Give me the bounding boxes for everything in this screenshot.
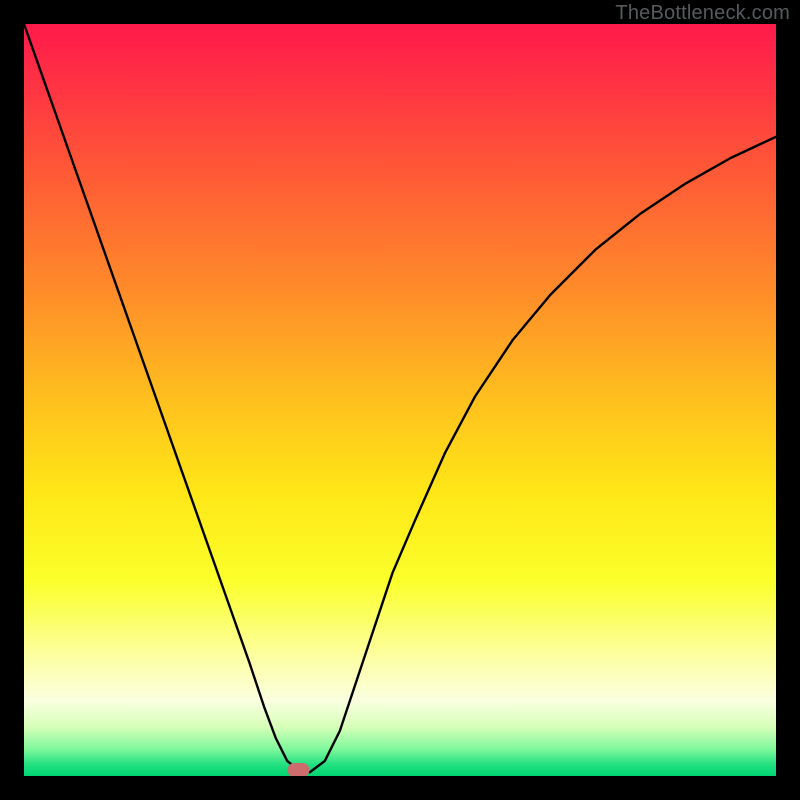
gradient-background (24, 24, 776, 776)
watermark-text: TheBottleneck.com (615, 2, 790, 25)
chart-svg (24, 24, 776, 776)
plot-area (24, 24, 776, 776)
optimal-point-marker (287, 763, 309, 776)
chart-container: TheBottleneck.com (0, 0, 800, 800)
